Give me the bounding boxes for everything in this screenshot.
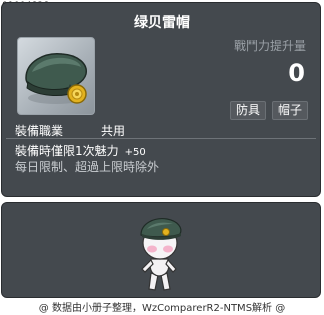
item-info-panel: 绿贝雷帽 戰鬥力提升量 0 防具 帽子 裝備職業 共用 裝備時僅限1次魅力 +5…	[1, 2, 321, 197]
green-beret-icon	[17, 37, 95, 115]
character-avatar	[125, 207, 195, 295]
combat-power-value: 0	[288, 59, 305, 87]
divider	[6, 138, 316, 139]
item-effect: 裝備時僅限1次魅力 +50	[15, 142, 146, 159]
job-requirement-value: 共用	[101, 124, 126, 138]
effect-text: 裝備時僅限1次魅力	[15, 144, 119, 158]
limit-text: 每日限制、超過上限時除外	[15, 160, 160, 174]
tag-armor: 防具	[230, 101, 267, 120]
item-title: 绿贝雷帽	[134, 15, 190, 31]
footer-credit: @ 数据由小册子整理，WzComparerR2-NTMS解析 @	[38, 303, 286, 314]
item-tooltip-card: 01004828 绿贝雷帽 戰鬥力提升量 0 防具	[0, 0, 324, 315]
combat-power-label: 戰鬥力提升量	[233, 39, 306, 53]
job-requirement-label: 裝備職業	[15, 124, 64, 138]
tag-hat: 帽子	[272, 101, 309, 120]
effect-value: +50	[124, 147, 146, 158]
